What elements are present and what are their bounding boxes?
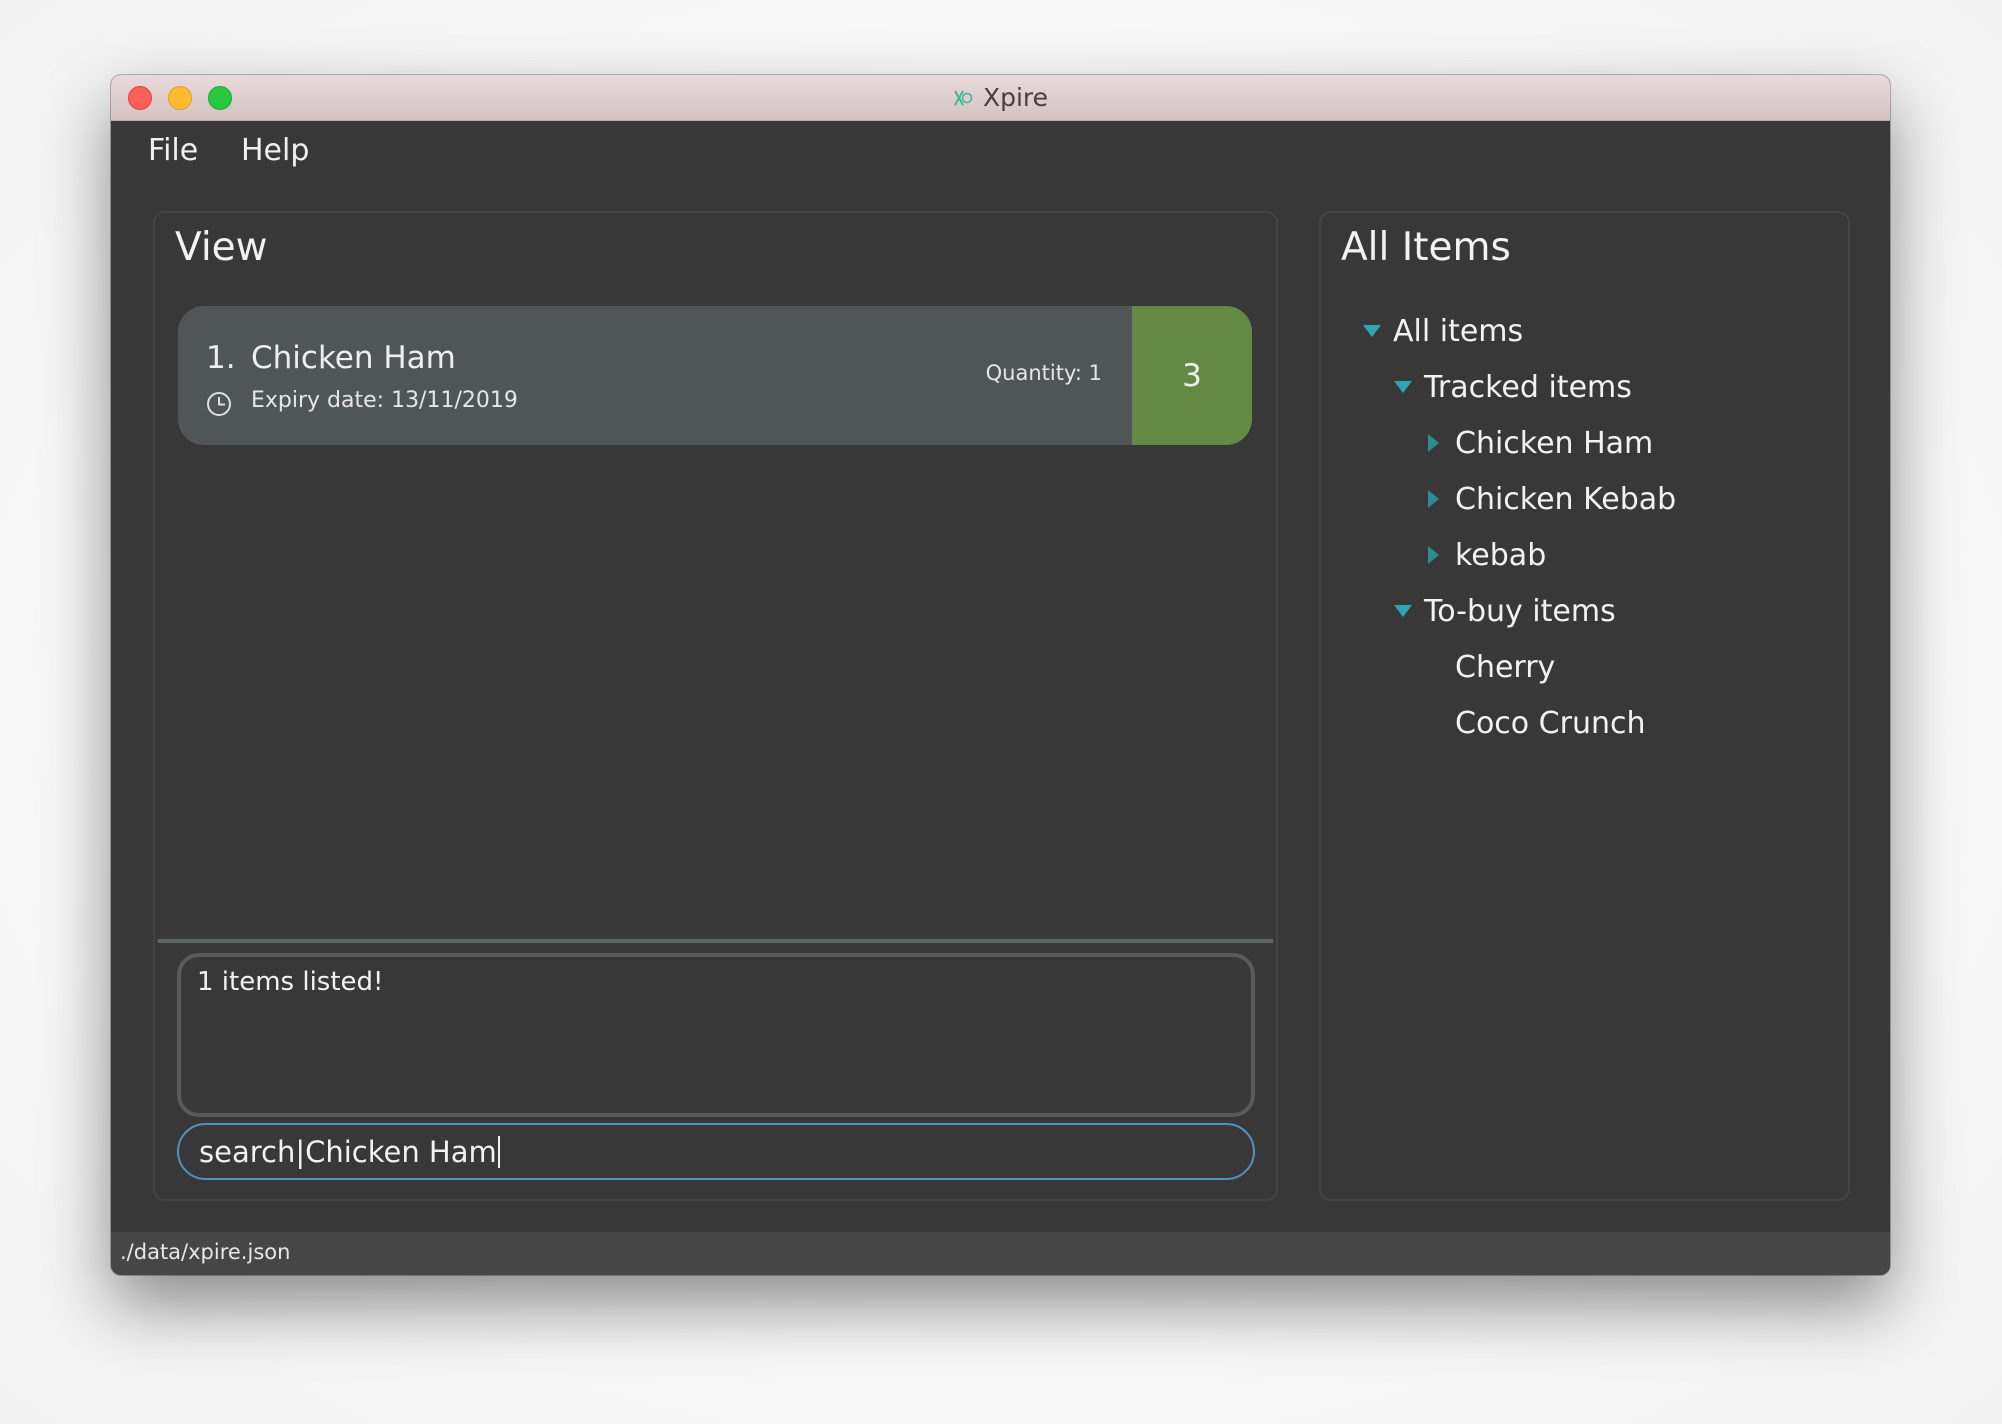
expand-arrow-right-icon[interactable]: [1423, 489, 1447, 509]
expand-arrow-down-icon[interactable]: [1361, 321, 1385, 341]
item-index: 1.: [206, 340, 236, 376]
title-bar: Xpire: [111, 75, 1890, 121]
window-title: Xpire: [982, 83, 1049, 112]
expand-arrow-right-icon[interactable]: [1423, 433, 1447, 453]
tree-item[interactable]: Coco Crunch: [1423, 703, 1646, 743]
tree-item-label: Chicken Kebab: [1455, 481, 1677, 517]
command-input-value[interactable]: search|Chicken Ham: [199, 1135, 497, 1169]
tree-item-label: All items: [1393, 313, 1524, 349]
tree-item-label: Chicken Ham: [1455, 425, 1654, 461]
command-input[interactable]: search|Chicken Ham: [177, 1123, 1255, 1180]
item-quantity: Quantity: 1: [985, 361, 1102, 385]
result-display: 1 items listed!: [177, 953, 1255, 1117]
panel-divider[interactable]: [158, 939, 1273, 943]
tree-item[interactable]: To-buy items: [1392, 591, 1616, 631]
tree-item-label: Coco Crunch: [1455, 705, 1646, 741]
all-items-panel: All Items All items Tracked items Chicken …: [1319, 211, 1850, 1201]
view-panel-title: View: [175, 225, 268, 270]
tree-item-label: Cherry: [1455, 649, 1556, 685]
expand-arrow-down-icon[interactable]: [1392, 601, 1416, 621]
expand-arrow-down-icon[interactable]: [1392, 377, 1416, 397]
tree-item[interactable]: Chicken Kebab: [1423, 479, 1676, 519]
tree-item[interactable]: Chicken Ham: [1423, 423, 1653, 463]
status-file-path: ./data/xpire.json: [120, 1240, 291, 1264]
all-items-panel-title: All Items: [1341, 225, 1511, 270]
result-text: 1 items listed!: [197, 967, 384, 997]
tree-item[interactable]: All items: [1361, 311, 1523, 351]
item-name: Chicken Ham: [251, 340, 456, 376]
expand-arrow-right-icon[interactable]: [1423, 545, 1447, 565]
tree-item-label: To-buy items: [1424, 593, 1616, 629]
menu-help[interactable]: Help: [241, 133, 309, 168]
app-window: Xpire File Help View 1. Chicken Ham Expi…: [111, 75, 1890, 1275]
clock-icon: [207, 392, 231, 416]
view-panel: View 1. Chicken Ham Expiry date: 13/11/2…: [153, 211, 1278, 1201]
days-left-badge: 3: [1132, 306, 1252, 445]
item-card[interactable]: 1. Chicken Ham Expiry date: 13/11/2019 Q…: [178, 306, 1252, 445]
menu-bar: File Help: [111, 121, 1890, 183]
window-title-group: Xpire: [111, 75, 1890, 120]
text-caret: [497, 1135, 500, 1168]
item-expiry-date: Expiry date: 13/11/2019: [251, 388, 518, 413]
menu-file[interactable]: File: [148, 133, 198, 168]
tree-item-label: Tracked items: [1424, 369, 1632, 405]
tree-item[interactable]: Tracked items: [1392, 367, 1632, 407]
xpire-app-icon: [954, 90, 973, 105]
tree-item[interactable]: Cherry: [1423, 647, 1555, 687]
tree-item-label: kebab: [1455, 537, 1547, 573]
tree-item[interactable]: kebab: [1423, 535, 1546, 575]
status-bar: ./data/xpire.json: [111, 1232, 1890, 1275]
